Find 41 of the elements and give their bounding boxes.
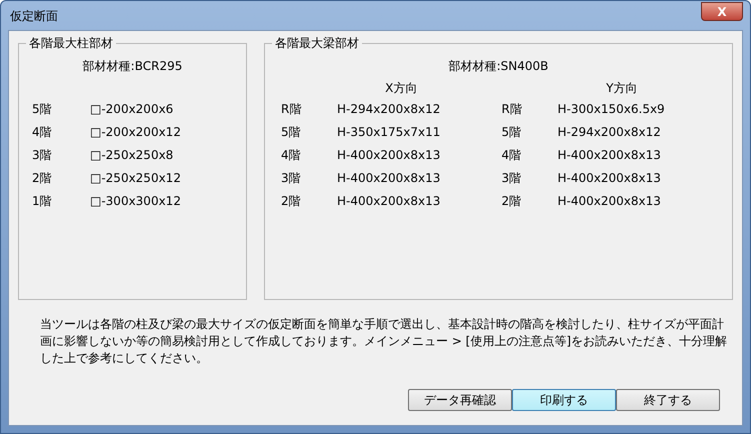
floor-label: 4階	[32, 124, 53, 141]
section-value: H-400x200x8x13	[337, 193, 440, 210]
section-value: □-200x200x6	[90, 101, 174, 118]
floor-label: 2階	[32, 170, 53, 187]
group-title: 各階最大柱部材	[26, 35, 116, 51]
floor-label: 5階	[281, 124, 302, 141]
section-value: H-294x200x8x12	[558, 124, 661, 141]
floor-label: 4階	[502, 147, 522, 164]
notice-text: 当ツールは各階の柱及び梁の最大サイズの仮定断面を簡単な手順で選出し、基本設計時の階高を検討したり、柱サイズが平面計画に影響しないか等の簡易検討用として作成しております。メインメニュー > [使用上の注意点等]をお読みいただき、十分理解した上で参考にしてください。	[40, 316, 728, 367]
section-value: H-400x200x8x13	[337, 147, 440, 164]
group-title: 各階最大梁部材	[272, 35, 362, 51]
floor-label: 4階	[281, 147, 302, 164]
floor-label: R階	[281, 101, 302, 118]
section-value: H-400x200x8x13	[558, 147, 661, 164]
floor-label: R階	[502, 101, 523, 118]
direction-heading: Y方向	[605, 80, 638, 97]
dialog-button[interactable]: データ再確認	[408, 389, 512, 411]
floor-label: 1階	[32, 193, 53, 210]
section-value: H-300x150x6.5x9	[558, 101, 665, 118]
section-value: H-400x200x8x13	[558, 170, 661, 187]
floor-label: 3階	[32, 147, 53, 164]
material-label: 部材材種:BCR295	[82, 58, 184, 74]
section-value: □-250x250x8	[90, 147, 174, 164]
floor-label: 3階	[281, 170, 302, 187]
window-title: 仮定断面	[9, 8, 58, 24]
floor-label: 3階	[502, 170, 522, 187]
section-value: □-250x250x12	[90, 170, 181, 187]
floor-label: 2階	[502, 193, 522, 210]
section-value: □-300x300x12	[90, 193, 181, 210]
direction-heading: X方向	[384, 80, 418, 97]
floor-label: 2階	[281, 193, 302, 210]
section-value: H-400x200x8x13	[558, 193, 661, 210]
floor-label: 5階	[502, 124, 522, 141]
section-value: □-200x200x12	[90, 124, 181, 141]
section-value: H-350x175x7x11	[337, 124, 440, 141]
dialog-button[interactable]: 印刷する	[512, 389, 616, 411]
dialog-button[interactable]: 終了する	[616, 389, 720, 411]
section-value: H-400x200x8x13	[337, 170, 440, 187]
floor-label: 5階	[32, 101, 53, 118]
section-value: H-294x200x8x12	[337, 101, 440, 118]
material-label: 部材材種:SN400B	[448, 58, 550, 74]
